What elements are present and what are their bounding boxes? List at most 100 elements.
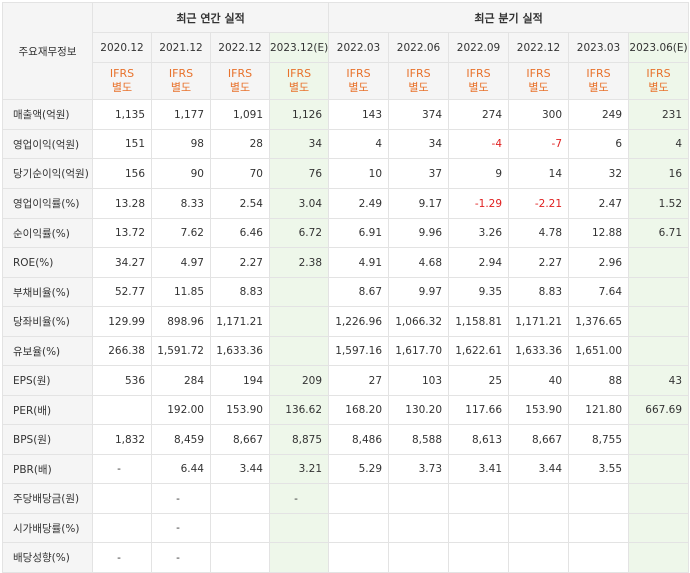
table-cell bbox=[568, 513, 630, 543]
table-cell: 2.96 bbox=[568, 247, 630, 278]
header-group-row: 주요재무정보 최근 연간 실적 최근 분기 실적 bbox=[2, 2, 690, 100]
row-label: 영업이익률(%) bbox=[2, 188, 93, 219]
table-cell: 9.17 bbox=[388, 188, 450, 219]
annual-group-header: 최근 연간 실적 bbox=[91, 2, 330, 33]
table-cell: 1,832 bbox=[92, 424, 152, 455]
table-cell: 1,376.65 bbox=[568, 306, 630, 337]
table-row: 주당배당금(원) - - bbox=[2, 483, 690, 514]
table-cell: 4.91 bbox=[328, 247, 390, 278]
table-cell bbox=[268, 277, 330, 307]
table-cell: -7 bbox=[508, 129, 570, 159]
row-label: 당기순이익(억원) bbox=[2, 158, 93, 189]
table-cell bbox=[508, 542, 570, 573]
table-cell: 284 bbox=[151, 365, 211, 396]
table-cell: 266.38 bbox=[92, 336, 152, 366]
table-cell: 1,135 bbox=[92, 99, 152, 130]
period-header: 2022.12 bbox=[210, 32, 270, 63]
table-cell: - bbox=[151, 542, 211, 573]
table-cell: 194 bbox=[210, 365, 270, 396]
table-cell: 3.55 bbox=[568, 454, 630, 484]
table-cell: 153.90 bbox=[508, 395, 570, 425]
table-cell: 4.97 bbox=[151, 247, 211, 278]
table-cell bbox=[628, 336, 690, 366]
ifrs-label: IFRS bbox=[466, 67, 491, 80]
table-row: 영업이익(억원) 151 98 28 34 4 34 -4 -7 6 4 bbox=[2, 129, 690, 159]
table-cell bbox=[210, 542, 270, 573]
table-row: EPS(원) 536 284 194 209 27 103 25 40 88 43 bbox=[2, 365, 690, 396]
table-cell: 4.78 bbox=[508, 218, 570, 248]
table-cell: 10 bbox=[328, 158, 390, 189]
table-cell: 9.96 bbox=[388, 218, 450, 248]
table-row: 매출액(억원) 1,135 1,177 1,091 1,126 143 374 274 300 2… bbox=[2, 99, 690, 130]
table-cell: 1,622.61 bbox=[448, 336, 510, 366]
row-label: 유보율(%) bbox=[2, 336, 93, 366]
table-cell: 168.20 bbox=[328, 395, 390, 425]
row-label: 영업이익(억원) bbox=[2, 129, 93, 159]
table-cell: 3.41 bbox=[448, 454, 510, 484]
ifrs-badge: IFRS 별도 bbox=[92, 62, 152, 100]
table-cell: 16 bbox=[628, 158, 690, 189]
table-cell bbox=[628, 483, 690, 514]
table-cell: 34 bbox=[268, 129, 330, 159]
table-cell bbox=[328, 542, 390, 573]
table-cell: -4 bbox=[448, 129, 510, 159]
table-row: 순이익률(%) 13.72 7.62 6.46 6.72 6.91 9.96 3.26 4.78… bbox=[2, 218, 690, 248]
table-row: 부채비율(%) 52.77 11.85 8.83 8.67 9.97 9.35 8.83 7.6… bbox=[2, 277, 690, 307]
table-cell: 300 bbox=[508, 99, 570, 130]
table-cell: 98 bbox=[151, 129, 211, 159]
row-label: 당좌비율(%) bbox=[2, 306, 93, 337]
table-cell: 4 bbox=[628, 129, 690, 159]
table-cell: 40 bbox=[508, 365, 570, 396]
table-row: 배당성향(%) - - bbox=[2, 542, 690, 573]
row-label: ROE(%) bbox=[2, 247, 93, 278]
table-cell bbox=[448, 483, 510, 514]
period-header: 2020.12 bbox=[92, 32, 152, 63]
ifrs-badge: IFRS 별도 bbox=[210, 62, 270, 100]
row-label: 시가배당률(%) bbox=[2, 513, 93, 543]
table-cell: 2.27 bbox=[210, 247, 270, 278]
table-cell: - bbox=[151, 513, 211, 543]
table-cell: 156 bbox=[92, 158, 152, 189]
table-cell: - bbox=[92, 454, 152, 484]
table-cell: 70 bbox=[210, 158, 270, 189]
table-cell: 536 bbox=[92, 365, 152, 396]
table-cell: 3.73 bbox=[388, 454, 450, 484]
table-cell: 2.47 bbox=[568, 188, 630, 219]
table-cell: 1.52 bbox=[628, 188, 690, 219]
table-row: PBR(배) -6.44 3.44 3.21 5.29 3.73 3.41 3.44 3.55 bbox=[2, 454, 690, 484]
table-cell: 153.90 bbox=[210, 395, 270, 425]
table-cell bbox=[268, 336, 330, 366]
table-cell: 8.83 bbox=[508, 277, 570, 307]
table-cell: 6 bbox=[568, 129, 630, 159]
ifrs-label: IFRS bbox=[646, 67, 671, 80]
table-cell: 2.54 bbox=[210, 188, 270, 219]
ifrs-label: IFRS bbox=[586, 67, 611, 80]
table-cell: 8,667 bbox=[508, 424, 570, 455]
ifrs-type-label: 별도 bbox=[408, 81, 429, 94]
table-cell: 1,226.96 bbox=[328, 306, 390, 337]
table-cell: 3.44 bbox=[508, 454, 570, 484]
ifrs-label: IFRS bbox=[526, 67, 551, 80]
table-cell: 8.67 bbox=[328, 277, 390, 307]
table-cell: 374 bbox=[388, 99, 450, 130]
table-row: 시가배당률(%) - bbox=[2, 513, 690, 543]
ifrs-type-label: 별도 bbox=[528, 81, 549, 94]
table-cell bbox=[388, 513, 450, 543]
table-cell bbox=[388, 542, 450, 573]
table-cell: 7.64 bbox=[568, 277, 630, 307]
table-cell bbox=[508, 483, 570, 514]
ifrs-type-label: 별도 bbox=[348, 81, 369, 94]
ifrs-badge: IFRS 별도 bbox=[268, 62, 330, 100]
quarterly-group-header: 최근 분기 실적 bbox=[328, 2, 690, 33]
table-row: 당좌비율(%) 129.99 898.96 1,171.21 1,226.96 1,066… bbox=[2, 306, 690, 337]
table-cell bbox=[628, 454, 690, 484]
table-cell: 1,171.21 bbox=[210, 306, 270, 337]
table-cell bbox=[210, 483, 270, 514]
ifrs-type-label: 별도 bbox=[229, 81, 251, 94]
table-cell: 37 bbox=[388, 158, 450, 189]
ifrs-type-label: 별도 bbox=[288, 81, 310, 94]
period-header: 2022.06 bbox=[388, 32, 450, 63]
table-cell: 8,588 bbox=[388, 424, 450, 455]
table-cell: 129.99 bbox=[92, 306, 152, 337]
table-cell: 8,875 bbox=[268, 424, 330, 455]
